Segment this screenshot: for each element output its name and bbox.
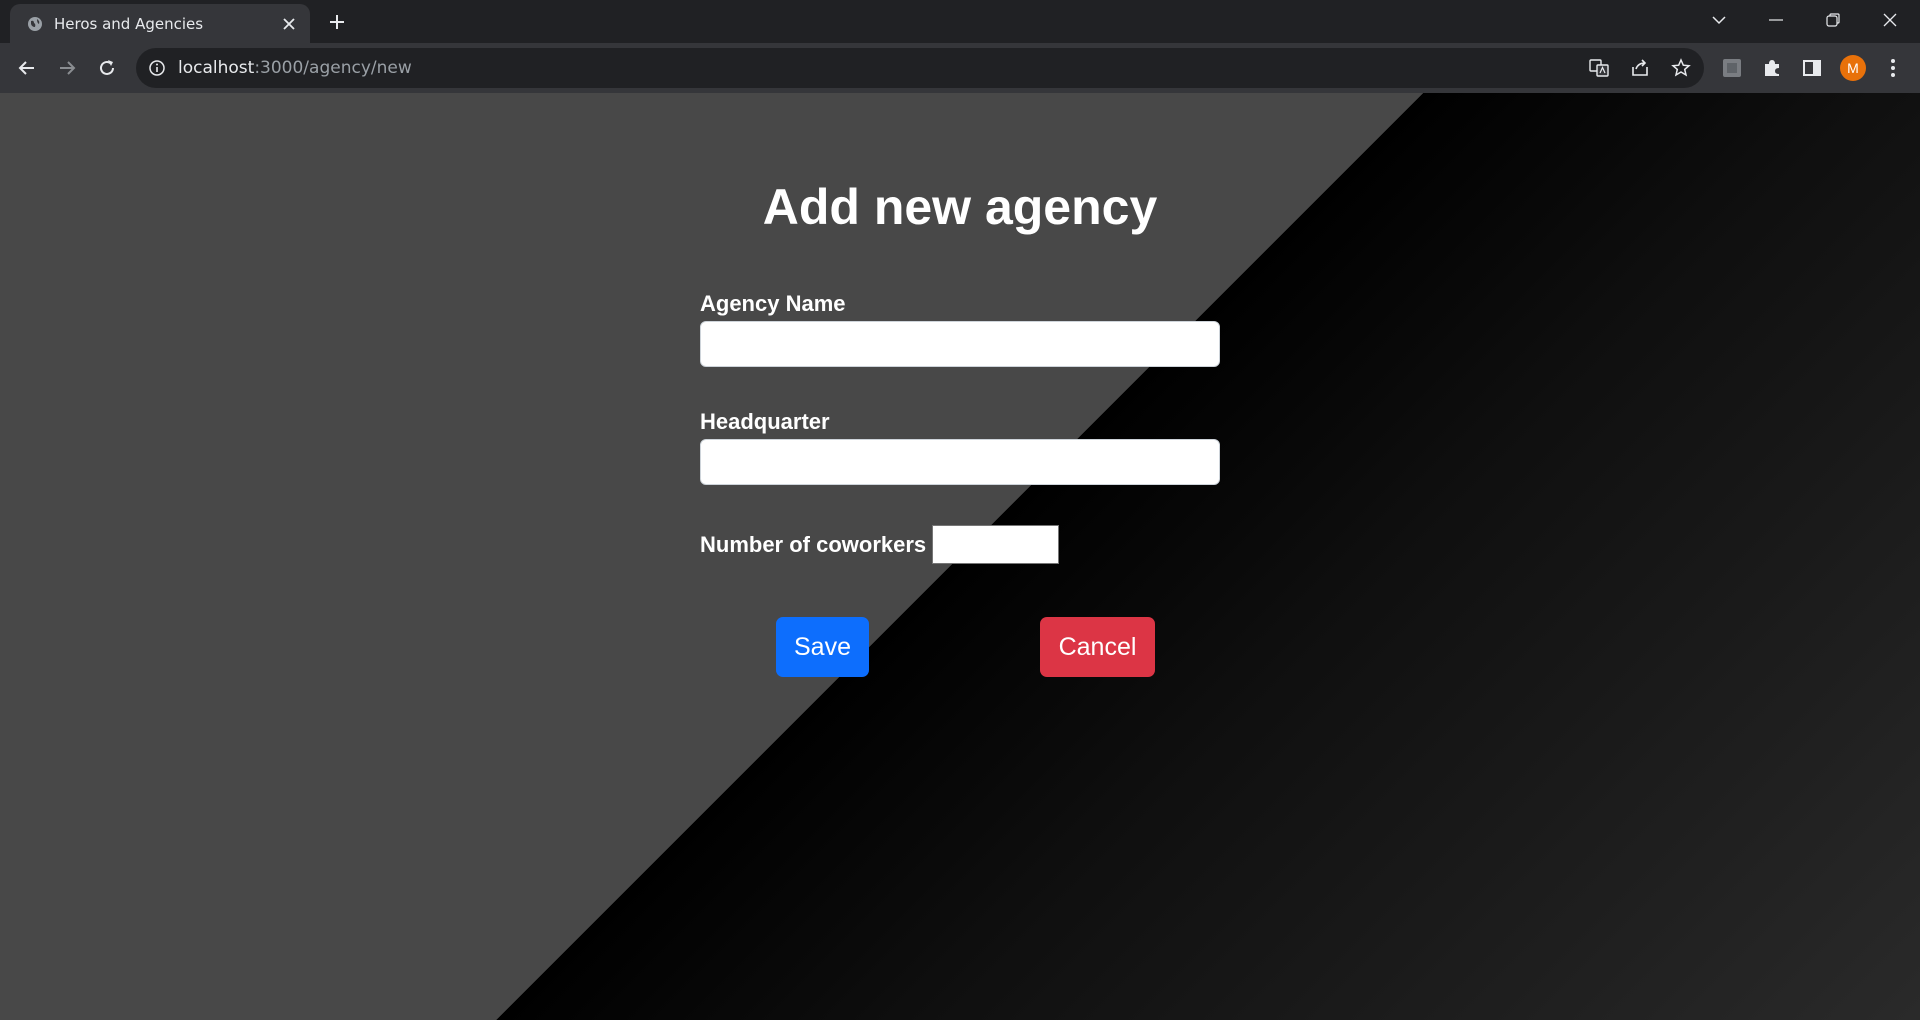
page-viewport: Add new agency Agency Name Headquarter N… — [0, 93, 1920, 1020]
translate-icon[interactable] — [1588, 57, 1610, 79]
globe-icon — [26, 15, 44, 33]
url-host: localhost — [178, 58, 255, 78]
extension-icon[interactable] — [1719, 55, 1745, 81]
headquarter-label: Headquarter — [700, 409, 830, 434]
close-tab-icon[interactable] — [278, 13, 300, 35]
url-text[interactable]: localhost:3000/agency/new — [178, 58, 412, 78]
tab-title: Heros and Agencies — [54, 14, 204, 33]
coworkers-label: Number of coworkers — [700, 531, 927, 557]
site-info-icon[interactable] — [148, 59, 166, 77]
restore-icon[interactable] — [1813, 4, 1853, 36]
share-icon[interactable] — [1629, 57, 1651, 79]
profile-avatar[interactable]: M — [1840, 55, 1866, 81]
url-path: :3000/agency/new — [254, 58, 412, 78]
page-title: Add new agency — [762, 179, 1158, 235]
reload-icon[interactable] — [94, 55, 120, 81]
minimize-icon[interactable] — [1756, 4, 1796, 36]
menu-kebab-icon[interactable] — [1880, 55, 1906, 81]
browser-tab[interactable]: Heros and Agencies — [10, 4, 310, 43]
cancel-button[interactable]: Cancel — [1040, 617, 1155, 677]
agency-name-group: Agency Name — [700, 291, 1220, 367]
address-bar[interactable]: localhost:3000/agency/new — [136, 48, 1704, 88]
back-arrow-icon[interactable] — [14, 55, 40, 81]
side-panel-icon[interactable] — [1799, 55, 1825, 81]
browser-toolbar: localhost:3000/agency/new M — [0, 43, 1920, 93]
new-tab-button[interactable] — [324, 9, 350, 35]
close-window-icon[interactable] — [1870, 4, 1910, 36]
forward-arrow-icon[interactable] — [54, 55, 80, 81]
save-button[interactable]: Save — [776, 617, 869, 677]
extensions-puzzle-icon[interactable] — [1759, 55, 1785, 81]
coworkers-input[interactable] — [932, 525, 1060, 564]
agency-name-label: Agency Name — [700, 291, 846, 316]
tab-search-icon[interactable] — [1699, 4, 1739, 36]
bookmark-star-icon[interactable] — [1670, 57, 1692, 79]
headquarter-group: Headquarter — [700, 409, 1220, 485]
agency-name-input[interactable] — [700, 321, 1220, 367]
headquarter-input[interactable] — [700, 439, 1220, 485]
coworkers-group: Number of coworkers — [700, 525, 1220, 564]
tab-strip: Heros and Agencies — [0, 0, 1920, 43]
add-agency-form: Agency Name Headquarter Number of cowork… — [700, 291, 1220, 564]
